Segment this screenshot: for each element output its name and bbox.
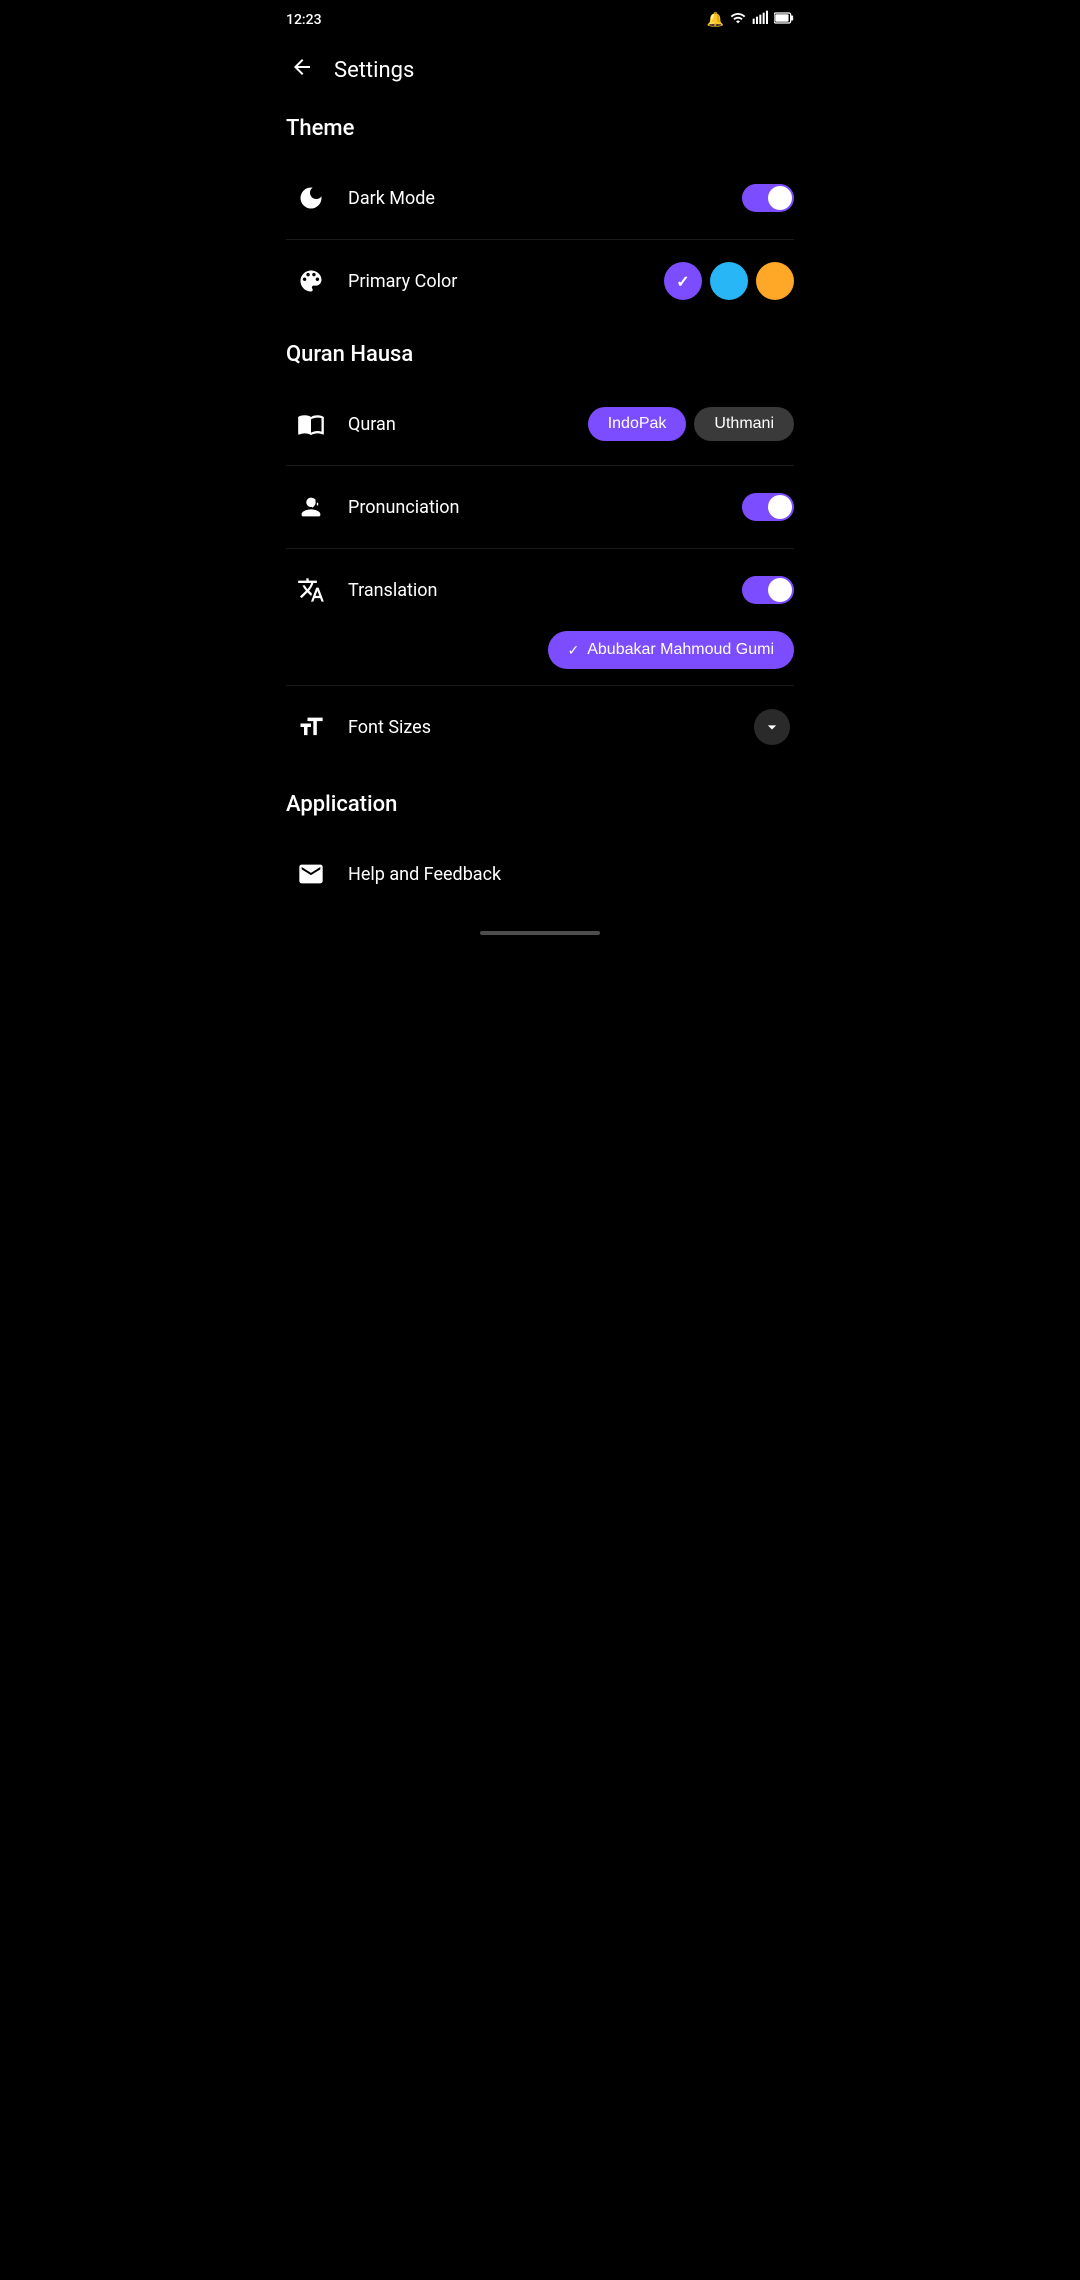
pronunciation-label: Pronunciation: [348, 497, 742, 518]
dark-mode-icon: [286, 173, 336, 223]
color-check-purple: ✓: [676, 272, 689, 291]
battery-icon: [774, 12, 794, 28]
dark-mode-label: Dark Mode: [348, 188, 742, 209]
font-sizes-dropdown-icon: [754, 709, 790, 745]
status-icons: 🔔: [707, 10, 794, 30]
font-sizes-label: Font Sizes: [348, 717, 750, 738]
dark-mode-toggle-knob: [768, 186, 792, 210]
font-sizes-item: Font Sizes: [286, 686, 794, 768]
font-sizes-dropdown-button[interactable]: [750, 705, 794, 749]
theme-section-title: Theme: [286, 100, 794, 149]
indopak-button[interactable]: IndoPak: [588, 407, 687, 441]
color-orange[interactable]: [756, 262, 794, 300]
home-indicator: [480, 931, 600, 935]
status-bar: 12:23 🔔: [270, 0, 810, 40]
quran-label: Quran: [348, 414, 588, 435]
color-purple[interactable]: ✓: [664, 262, 702, 300]
uthmani-button[interactable]: Uthmani: [694, 407, 794, 441]
application-section: Application Help and Feedback: [286, 776, 794, 915]
pronunciation-item: Pronunciation: [286, 466, 794, 549]
translation-toggle[interactable]: [742, 576, 794, 604]
quran-item: Quran IndoPak Uthmani: [286, 383, 794, 466]
pronunciation-icon: [286, 482, 336, 532]
quran-icon: [286, 399, 336, 449]
back-button[interactable]: [286, 51, 318, 90]
translation-label: Translation: [348, 580, 742, 601]
font-sizes-icon: [286, 702, 336, 752]
color-blue[interactable]: [710, 262, 748, 300]
quran-hausa-section-title: Quran Hausa: [286, 326, 794, 375]
translation-header: Translation: [286, 549, 794, 623]
pronunciation-toggle[interactable]: [742, 493, 794, 521]
notification-icon: 🔔: [707, 12, 724, 28]
translator-check-icon: ✓: [568, 642, 580, 659]
primary-color-label: Primary Color: [348, 271, 664, 292]
signal-icon: [752, 10, 768, 30]
header: Settings: [270, 40, 810, 100]
theme-section: Theme Dark Mode Primary Color ✓: [286, 100, 794, 322]
translator-name: Abubakar Mahmoud Gumi: [587, 641, 774, 659]
wifi-icon: [730, 10, 746, 30]
help-feedback-icon: [286, 849, 336, 899]
color-options: ✓: [664, 262, 794, 300]
dark-mode-toggle[interactable]: [742, 184, 794, 212]
primary-color-icon: [286, 256, 336, 306]
content: Theme Dark Mode Primary Color ✓: [270, 100, 810, 915]
quran-hausa-section: Quran Hausa Quran IndoPak Uthmani Pronun…: [286, 326, 794, 768]
quran-script-buttons: IndoPak Uthmani: [588, 407, 794, 441]
status-time: 12:23: [286, 12, 322, 28]
application-section-title: Application: [286, 776, 794, 825]
help-feedback-item[interactable]: Help and Feedback: [286, 833, 794, 915]
page-title: Settings: [334, 58, 414, 83]
help-feedback-label: Help and Feedback: [348, 864, 794, 885]
translation-section: Translation ✓ Abubakar Mahmoud Gumi: [286, 549, 794, 686]
translation-toggle-knob: [768, 578, 792, 602]
primary-color-item: Primary Color ✓: [286, 240, 794, 322]
dark-mode-item: Dark Mode: [286, 157, 794, 240]
pronunciation-toggle-knob: [768, 495, 792, 519]
back-arrow-icon: [290, 55, 314, 86]
translation-icon: [286, 565, 336, 615]
translation-selector: ✓ Abubakar Mahmoud Gumi: [286, 623, 794, 686]
translator-select-button[interactable]: ✓ Abubakar Mahmoud Gumi: [548, 631, 795, 669]
